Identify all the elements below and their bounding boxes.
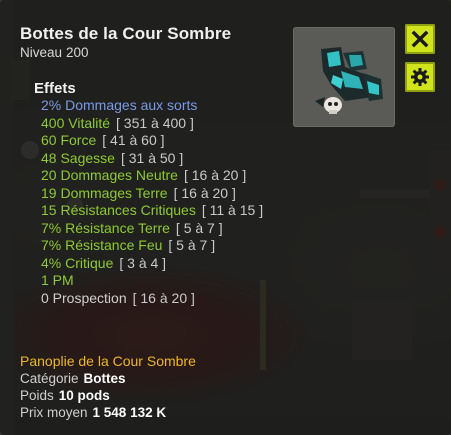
effect-text: 2% Dommages aux sorts bbox=[41, 97, 198, 113]
effect-range: [ 41 à 60 ] bbox=[102, 132, 165, 148]
effects-list: 2% Dommages aux sorts 400 Vitalité [ 351 à… bbox=[41, 97, 341, 307]
effect-text: 4% Critique bbox=[41, 254, 114, 271]
price-value: 1 548 132 K bbox=[92, 405, 167, 420]
close-icon bbox=[411, 30, 429, 48]
effect-range: [ 5 à 7 ] bbox=[175, 219, 223, 236]
effect-line: 48 Sagesse [ 31 à 50 ] bbox=[41, 150, 341, 168]
effect-line: 60 Force [ 41 à 60 ] bbox=[41, 132, 341, 150]
effect-range: [ 351 à 400 ] bbox=[116, 114, 194, 131]
settings-button[interactable] bbox=[405, 62, 435, 92]
effect-line: 19 Dommages Terre [ 16 à 20 ] bbox=[41, 185, 341, 203]
effect-line: 7% Résistance Feu [ 5 à 7 ] bbox=[41, 237, 341, 255]
effect-range: [ 11 à 15 ] bbox=[201, 202, 264, 218]
weight-value: 10 pods bbox=[58, 388, 110, 403]
effect-range: [ 16 à 20 ] bbox=[183, 167, 247, 183]
effect-range: [ 3 à 4 ] bbox=[119, 254, 167, 271]
effect-line: 400 Vitalité [ 351 à 400 ] bbox=[41, 115, 341, 133]
item-name: Bottes de la Cour Sombre bbox=[20, 24, 232, 43]
effect-text: 0 Prospection bbox=[41, 289, 127, 306]
weight-label: Poids bbox=[20, 388, 54, 403]
price-row: Prix moyen 1 548 132 K bbox=[20, 405, 166, 420]
item-level: Niveau 200 bbox=[20, 45, 89, 60]
effect-text: 20 Dommages Neutre bbox=[41, 167, 178, 183]
effect-line: 4% Critique [ 3 à 4 ] bbox=[41, 255, 341, 273]
effect-line: 1 PM bbox=[41, 272, 341, 290]
effect-text: 400 Vitalité bbox=[41, 114, 111, 131]
effect-range: [ 16 à 20 ] bbox=[132, 289, 195, 306]
category-row: Catégorie Bottes bbox=[20, 371, 126, 386]
category-value: Bottes bbox=[83, 371, 126, 386]
effect-text: 48 Sagesse bbox=[41, 149, 115, 166]
level-label: Niveau bbox=[20, 45, 63, 60]
gear-icon bbox=[411, 68, 429, 86]
price-label: Prix moyen bbox=[20, 405, 88, 420]
effects-title: Effets bbox=[34, 80, 76, 97]
category-label: Catégorie bbox=[20, 371, 79, 386]
level-value: 200 bbox=[66, 45, 89, 60]
effect-range: [ 31 à 50 ] bbox=[120, 149, 184, 166]
effect-text: 7% Résistance Terre bbox=[41, 219, 170, 236]
effect-range: [ 5 à 7 ] bbox=[168, 237, 216, 253]
effect-text: 15 Résistances Critiques bbox=[41, 202, 196, 218]
effect-text: 1 PM bbox=[41, 272, 74, 288]
effect-text: 19 Dommages Terre bbox=[41, 184, 168, 201]
effect-line: 7% Résistance Terre [ 5 à 7 ] bbox=[41, 220, 341, 238]
effect-text: 60 Force bbox=[41, 132, 97, 148]
effect-text: 7% Résistance Feu bbox=[41, 237, 163, 253]
item-tooltip: Bottes de la Cour Sombre Niveau 200 Effe… bbox=[0, 0, 451, 435]
effect-line: 15 Résistances Critiques [ 11 à 15 ] bbox=[41, 202, 341, 220]
effect-line: 0 Prospection [ 16 à 20 ] bbox=[41, 290, 341, 308]
effect-line: 2% Dommages aux sorts bbox=[41, 97, 341, 115]
effect-range: [ 16 à 20 ] bbox=[173, 184, 236, 201]
weight-row: Poids 10 pods bbox=[20, 388, 110, 403]
effect-line: 20 Dommages Neutre [ 16 à 20 ] bbox=[41, 167, 341, 185]
set-name-link[interactable]: Panoplie de la Cour Sombre bbox=[20, 353, 196, 369]
close-button[interactable] bbox=[405, 24, 435, 54]
